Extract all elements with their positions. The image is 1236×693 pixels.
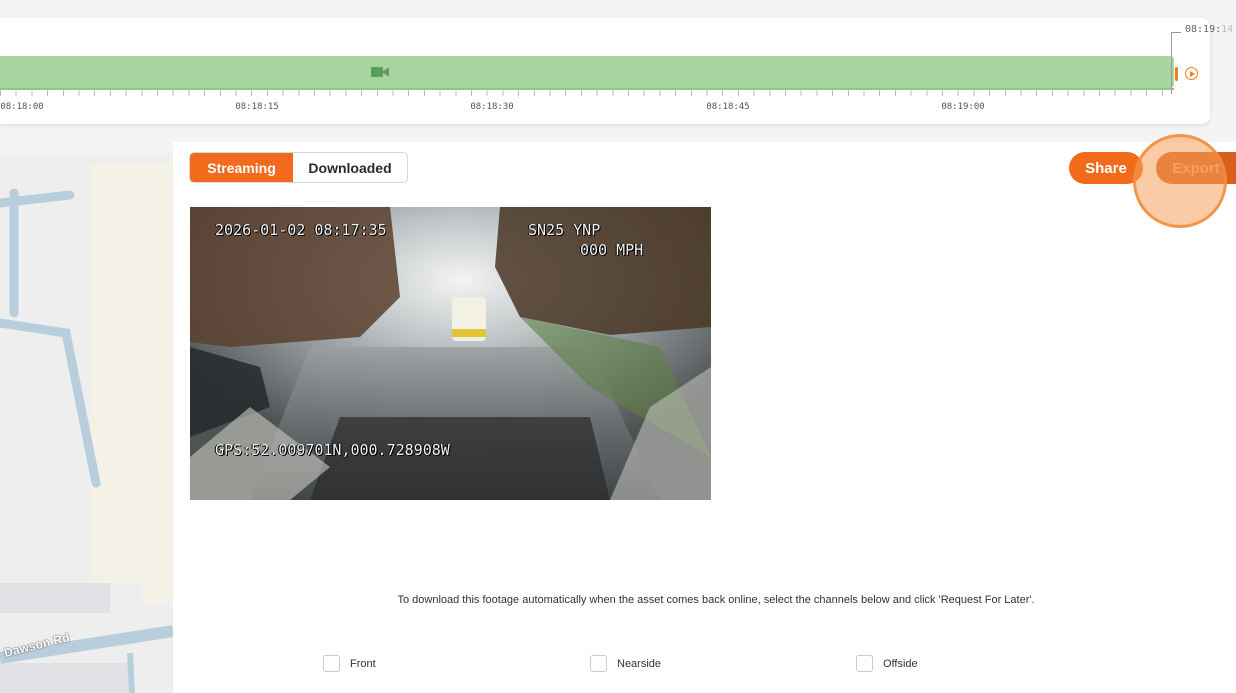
end-marker (1171, 32, 1172, 94)
tick-label: 08:19:00 (941, 102, 985, 112)
video-timestamp: 2026-01-02 08:17:35 (215, 221, 387, 239)
nearside-checkbox[interactable] (590, 655, 607, 672)
channel-nearside[interactable]: Nearside (590, 655, 661, 672)
tick-label: 08:18:00 (0, 102, 44, 112)
map-panel[interactable] (0, 153, 173, 693)
video-gps: GPS:52.009701N,000.728908W (215, 441, 450, 459)
end-time-main: 08:19: (1185, 24, 1222, 35)
channel-offside[interactable]: Offside (856, 655, 918, 672)
timeline-panel: 08:18:00 08:18:15 08:18:30 08:18:45 08:1… (0, 18, 1233, 124)
playhead-handle[interactable] (1175, 67, 1178, 81)
tick-label: 08:18:45 (706, 102, 750, 112)
tab-streaming[interactable]: Streaming (190, 153, 294, 182)
end-time-seconds: 14 (1221, 24, 1234, 35)
timeline-ticks (0, 90, 1174, 96)
play-icon[interactable] (1185, 67, 1198, 80)
video-camera-icon (371, 67, 389, 77)
front-checkbox[interactable] (323, 655, 340, 672)
tick-label: 08:18:15 (235, 102, 279, 112)
tab-downloaded[interactable]: Downloaded (293, 153, 407, 182)
channel-front[interactable]: Front (323, 655, 376, 672)
download-instruction: To download this footage automatically w… (397, 594, 1035, 606)
tick-label: 08:18:30 (470, 102, 514, 112)
footage-track[interactable] (0, 56, 1174, 88)
video-registration: SN25 YNP (528, 221, 601, 239)
end-time-label: 08:19:14 (1185, 24, 1233, 35)
share-button[interactable]: Share (1069, 152, 1143, 184)
source-tabs: Streaming Downloaded (189, 152, 408, 183)
end-marker-cap (1171, 32, 1181, 33)
map-canvas (0, 163, 173, 693)
channel-label: Front (350, 657, 376, 670)
channel-label: Nearside (617, 657, 662, 670)
video-player[interactable]: 2026-01-02 08:17:35 SN25 YNP 000 MPH GPS… (190, 207, 711, 500)
video-speed: 000 MPH (580, 241, 644, 259)
click-highlight (1133, 134, 1227, 228)
offside-checkbox[interactable] (856, 655, 873, 672)
channel-label: Offside (883, 657, 918, 670)
